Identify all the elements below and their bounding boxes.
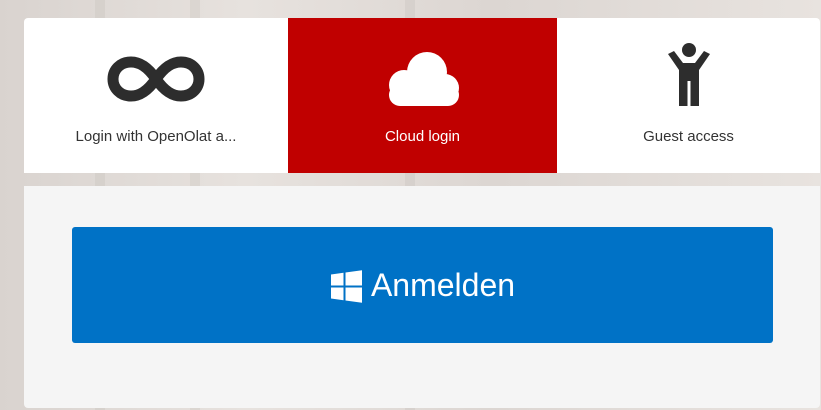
- infinity-icon: [96, 48, 216, 110]
- tab-cloud-login[interactable]: Cloud login: [288, 18, 557, 173]
- cloud-icon: [363, 48, 483, 110]
- person-icon: [629, 43, 749, 106]
- microsoft-signin-button[interactable]: Anmelden: [72, 227, 773, 343]
- tab-openolat-login[interactable]: Login with OpenOlat a...: [24, 18, 288, 173]
- tab-label: Login with OpenOlat a...: [75, 128, 237, 145]
- windows-icon: [330, 269, 363, 303]
- signin-button-label: Anmelden: [370, 266, 516, 303]
- login-panel: Anmelden: [24, 186, 820, 408]
- login-method-tabs: Login with OpenOlat a... Cloud login Gue…: [24, 18, 820, 173]
- tab-guest-access[interactable]: Guest access: [557, 18, 820, 173]
- tab-label: Guest access: [643, 128, 734, 145]
- tab-label: Cloud login: [384, 128, 461, 145]
